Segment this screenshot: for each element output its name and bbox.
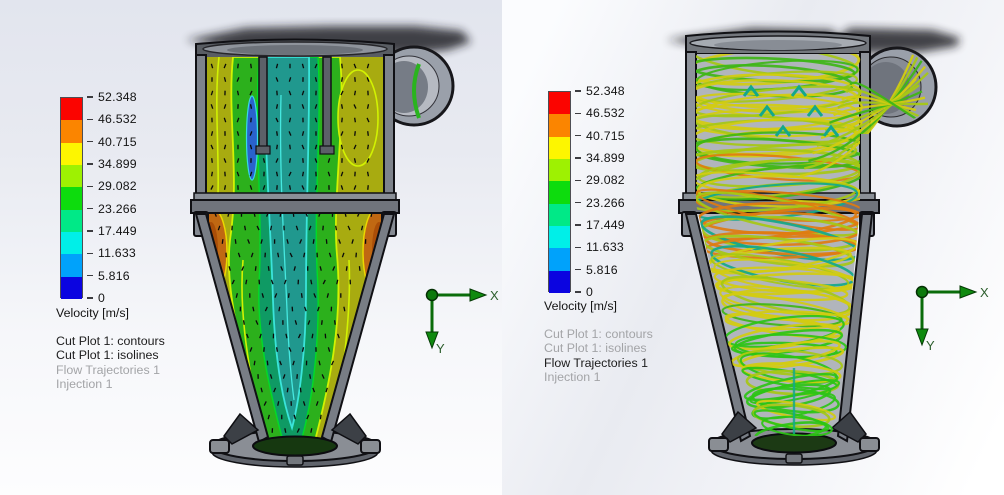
legend-unit-label: Velocity [m/s] (544, 299, 617, 313)
legend-value: 0 (98, 291, 105, 305)
legend-swatch (549, 114, 570, 136)
legend-tick (87, 96, 93, 98)
legend-value: 23.266 (586, 196, 625, 210)
legend-tick (87, 253, 93, 255)
legend-color-bar[interactable] (60, 97, 83, 298)
legend-value: 0 (586, 285, 593, 299)
legend-value: 5.816 (586, 263, 618, 277)
legend-tick (575, 224, 581, 226)
plot-layer-captions: Cut Plot 1: contours Cut Plot 1: isoline… (56, 334, 165, 392)
legend-value: 46.532 (586, 106, 625, 120)
legend-unit-label: Velocity [m/s] (56, 306, 129, 320)
legend-swatch (61, 254, 82, 276)
legend-swatch (61, 277, 82, 299)
legend-value: 11.633 (586, 240, 624, 254)
legend-swatch (549, 204, 570, 226)
legend-tick (87, 275, 93, 277)
velocity-legend: 52.348 46.532 40.715 34.899 29.082 23.26… (548, 91, 571, 292)
legend-swatch (61, 187, 82, 209)
flow-simulation-screenshot: X Y 52.348 46.532 40.715 34.899 29.082 (0, 0, 1004, 495)
x-axis-label: X (980, 285, 989, 300)
legend-swatch (61, 120, 82, 142)
legend-value: 29.082 (586, 173, 625, 187)
outlet-opening (253, 437, 337, 456)
orientation-triad: X Y (426, 288, 499, 356)
legend-tick (575, 269, 581, 271)
cyclone-top-cap (686, 32, 870, 55)
legend-swatch (549, 226, 570, 248)
legend-value: 34.899 (98, 157, 137, 171)
legend-tick (575, 180, 581, 182)
layer-caption-contours: Cut Plot 1: contours (544, 327, 653, 341)
x-axis-label: X (490, 288, 499, 303)
legend-value: 52.348 (586, 84, 625, 98)
y-axis-label: Y (436, 341, 445, 356)
layer-caption-injection: Injection 1 (544, 370, 653, 384)
legend-swatch (549, 92, 570, 114)
legend-swatch (61, 143, 82, 165)
legend-tick (575, 247, 581, 249)
legend-tick (87, 186, 93, 188)
legend-color-bar[interactable] (548, 91, 571, 292)
legend-swatch (61, 165, 82, 187)
legend-swatch (61, 210, 82, 232)
legend-value: 23.266 (98, 202, 137, 216)
legend-value: 52.348 (98, 90, 137, 104)
z-axis-origin-icon (917, 287, 928, 298)
legend-tick (575, 113, 581, 115)
legend-tick (87, 297, 93, 299)
legend-tick (87, 208, 93, 210)
layer-caption-isolines: Cut Plot 1: isolines (56, 348, 165, 362)
legend-value: 40.715 (586, 129, 625, 143)
legend-tick (575, 202, 581, 204)
legend-value: 40.715 (98, 135, 137, 149)
layer-caption-isolines: Cut Plot 1: isolines (544, 341, 653, 355)
y-axis-label: Y (926, 338, 935, 353)
legend-tick (87, 163, 93, 165)
legend-swatch (549, 159, 570, 181)
legend-swatch (61, 98, 82, 120)
legend-tick (575, 90, 581, 92)
legend-value: 34.899 (586, 151, 625, 165)
legend-tick (87, 141, 93, 143)
layer-caption-injection: Injection 1 (56, 377, 165, 391)
legend-swatch (549, 271, 570, 293)
layer-caption-contours: Cut Plot 1: contours (56, 334, 165, 348)
layer-caption-trajectories: Flow Trajectories 1 (56, 363, 165, 377)
legend-value: 29.082 (98, 179, 137, 193)
legend-swatch (549, 137, 570, 159)
legend-tick (87, 230, 93, 232)
legend-swatch (61, 232, 82, 254)
velocity-legend: 52.348 46.532 40.715 34.899 29.082 23.26… (60, 97, 83, 298)
plot-layer-captions: Cut Plot 1: contours Cut Plot 1: isoline… (544, 327, 653, 385)
flow-trajectory-streamlines (683, 36, 928, 444)
legend-tick (575, 157, 581, 159)
legend-value: 11.633 (98, 246, 136, 260)
legend-value: 17.449 (98, 224, 137, 238)
outlet-opening (752, 434, 836, 453)
legend-value: 17.449 (586, 218, 625, 232)
legend-swatch (549, 248, 570, 270)
legend-tick (575, 135, 581, 137)
legend-tick (87, 119, 93, 121)
legend-value: 46.532 (98, 112, 137, 126)
cut-plot-viewport[interactable]: X Y 52.348 46.532 40.715 34.899 29.082 (0, 0, 502, 495)
cyclone-top-cap (196, 40, 394, 59)
z-axis-origin-icon (427, 290, 438, 301)
flow-trajectories-viewport[interactable]: X Y 52.348 46.532 40.715 34.899 29.082 2… (502, 0, 1004, 495)
legend-tick (575, 291, 581, 293)
orientation-triad: X Y (916, 285, 989, 353)
layer-caption-trajectories: Flow Trajectories 1 (544, 356, 653, 370)
legend-swatch (549, 181, 570, 203)
legend-value: 5.816 (98, 269, 130, 283)
